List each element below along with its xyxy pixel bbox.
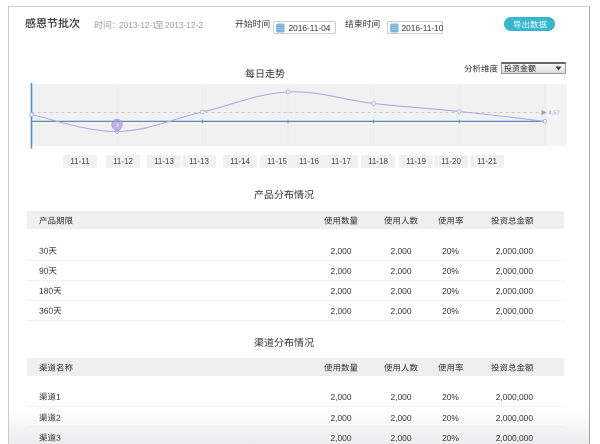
svg-text:4.57: 4.57	[549, 111, 560, 117]
